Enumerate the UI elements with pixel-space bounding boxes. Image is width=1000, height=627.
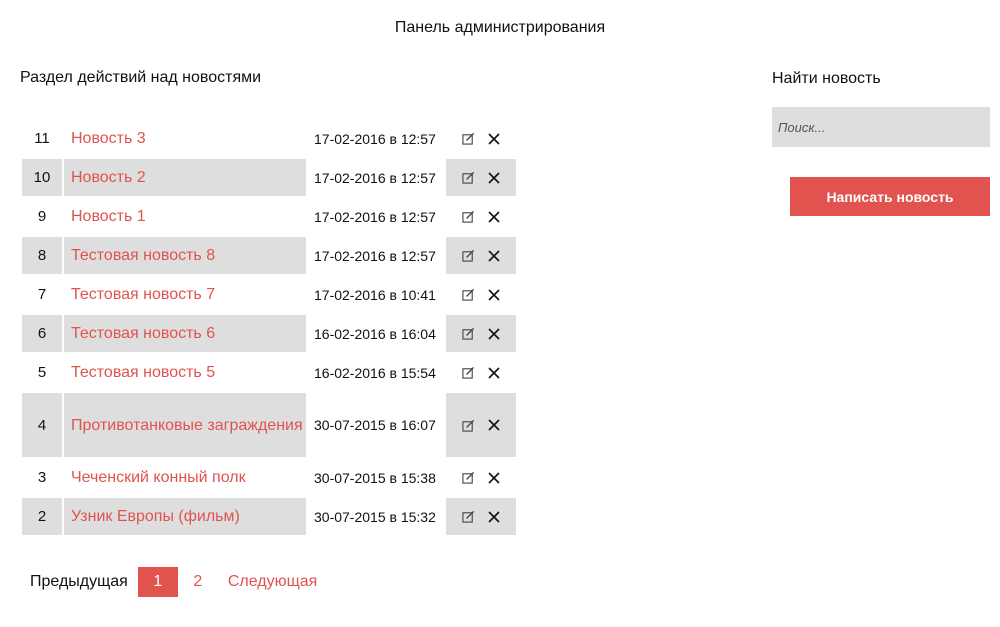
close-icon[interactable] [486,417,502,433]
news-title-link[interactable]: Тестовая новость 5 [64,354,306,391]
search-input[interactable] [772,107,990,147]
table-row: 2 Узник Европы (фильм) 30-07-2015 в 15:32 [22,498,516,535]
row-date: 17-02-2016 в 12:57 [314,247,436,264]
edit-icon[interactable] [460,248,476,264]
row-id: 3 [37,469,47,486]
sidebar-title: Найти новость [772,70,881,87]
table-row: 10 Новость 2 17-02-2016 в 12:57 [22,159,516,196]
write-news-button[interactable]: Написать новость [790,177,990,216]
news-title-link[interactable]: Тестовая новость 8 [64,237,306,274]
close-icon[interactable] [486,509,502,525]
pagination-page-1[interactable]: 1 [137,567,178,597]
row-actions [446,276,516,313]
table-row: 8 Тестовая новость 8 17-02-2016 в 12:57 [22,237,516,274]
close-icon[interactable] [486,287,502,303]
edit-icon[interactable] [460,209,476,225]
row-date: 17-02-2016 в 12:57 [314,208,436,225]
row-date: 17-02-2016 в 10:41 [314,286,436,303]
row-actions [446,237,516,274]
close-icon[interactable] [486,170,502,186]
row-id: 11 [34,130,50,147]
row-id: 8 [22,237,62,274]
edit-icon[interactable] [460,365,476,381]
row-date: 16-02-2016 в 15:54 [314,364,436,381]
row-date: 16-02-2016 в 16:04 [314,325,436,342]
edit-icon[interactable] [460,470,476,486]
page-title: Панель администрирования [394,19,606,36]
close-icon[interactable] [486,131,502,147]
news-title-link[interactable]: Тестовая новость 6 [64,315,306,352]
row-date: 17-02-2016 в 12:57 [314,169,436,186]
pagination: Предыдущая 1 2 Следующая [30,567,317,597]
edit-icon[interactable] [460,131,476,147]
pagination-prev: Предыдущая [30,573,128,590]
row-id: 10 [22,159,62,196]
table-row: 11 Новость 3 17-02-2016 в 12:57 [22,120,516,157]
row-actions [446,198,516,235]
row-date: 30-07-2015 в 16:07 [314,417,436,433]
row-date: 30-07-2015 в 15:32 [314,508,436,525]
close-icon[interactable] [486,326,502,342]
table-row: 3 Чеченский конный полк 30-07-2015 в 15:38 [22,459,516,496]
row-actions [446,354,516,391]
edit-icon[interactable] [460,417,476,433]
row-actions [446,315,516,352]
news-title-link[interactable]: Узник Европы (фильм) [64,498,306,535]
row-date: 30-07-2015 в 15:38 [314,469,436,486]
news-title-link[interactable]: Новость 2 [64,159,306,196]
close-icon[interactable] [486,470,502,486]
edit-icon[interactable] [460,287,476,303]
row-actions [446,159,516,196]
row-spacer [22,535,516,537]
news-title-link[interactable]: Чеченский конный полк [64,459,306,496]
row-id: 5 [37,364,47,381]
table-row: 9 Новость 1 17-02-2016 в 12:57 [22,198,516,235]
close-icon[interactable] [486,209,502,225]
row-actions [446,120,516,157]
news-title-link[interactable]: Новость 3 [64,120,306,157]
table-row: 4 Противотанковые заграждения 30-07-2015 в… [22,393,516,457]
table-row: 5 Тестовая новость 5 16-02-2016 в 15:54 [22,354,516,391]
row-id: 7 [37,286,47,303]
table-row: 6 Тестовая новость 6 16-02-2016 в 16:04 [22,315,516,352]
pagination-next[interactable]: Следующая [228,573,318,591]
section-title: Раздел действий над новостями [20,69,262,86]
news-table: 11 Новость 3 17-02-2016 в 12:57 10 Новость 2… [22,120,516,537]
row-actions [446,393,516,457]
news-title-link[interactable]: Новость 1 [64,198,306,235]
row-actions [446,498,516,535]
edit-icon[interactable] [460,170,476,186]
row-id: 9 [37,208,47,225]
table-row: 7 Тестовая новость 7 17-02-2016 в 10:41 [22,276,516,313]
close-icon[interactable] [486,365,502,381]
row-date: 17-02-2016 в 12:57 [314,130,436,147]
news-title-link[interactable]: Противотанковые заграждения [64,393,306,457]
row-id: 4 [22,393,62,457]
row-id: 2 [22,498,62,535]
news-title-link[interactable]: Тестовая новость 7 [64,276,306,313]
row-actions [446,459,516,496]
edit-icon[interactable] [460,326,476,342]
close-icon[interactable] [486,248,502,264]
edit-icon[interactable] [460,509,476,525]
row-id: 6 [22,315,62,352]
pagination-page-2[interactable]: 2 [178,567,218,597]
